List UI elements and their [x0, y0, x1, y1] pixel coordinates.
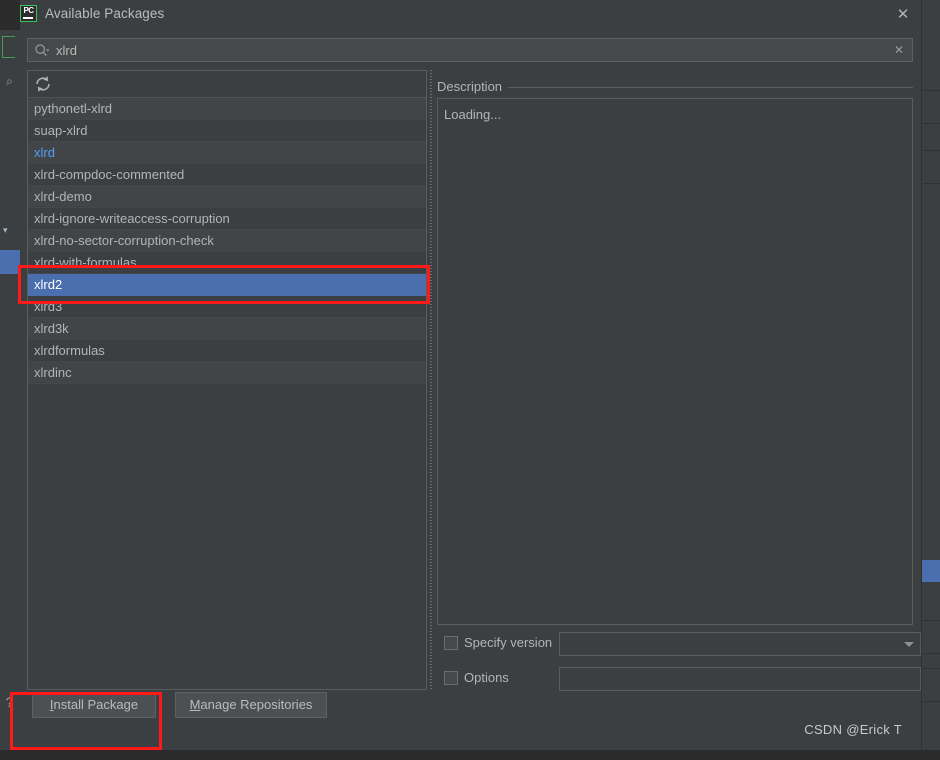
- dialog-main-area: pythonetl-xlrd suap-xlrd xlrd xlrd-compdoc-…: [27, 70, 921, 691]
- refresh-icon[interactable]: [32, 74, 54, 94]
- specify-version-checkbox[interactable]: [444, 636, 458, 650]
- package-list-item[interactable]: xlrd3k: [28, 318, 426, 340]
- description-header-rule: [437, 87, 913, 88]
- description-body: Loading...: [437, 98, 913, 625]
- pycharm-icon: PC: [20, 5, 37, 22]
- search-row: ✕: [27, 38, 913, 62]
- specify-version-row: Specify version: [437, 632, 921, 656]
- manage-repositories-mnemonic: M: [189, 697, 201, 712]
- package-list-item[interactable]: xlrd-demo: [28, 186, 426, 208]
- manage-repositories-label: anage Repositories: [200, 697, 313, 712]
- package-list-item[interactable]: xlrd-with-formulas: [28, 252, 426, 274]
- package-list-item[interactable]: suap-xlrd: [28, 120, 426, 142]
- description-panel: Description Loading... Specify version O…: [437, 70, 921, 691]
- ide-background-collapse-arrow: ▾: [3, 225, 8, 235]
- dialog-title: Available Packages: [45, 6, 165, 21]
- specify-version-combobox[interactable]: [559, 632, 921, 656]
- ide-background-search-icon: ⌕: [6, 74, 13, 88]
- package-list-panel: pythonetl-xlrd suap-xlrd xlrd xlrd-compdoc-…: [27, 70, 427, 690]
- package-list-item[interactable]: xlrd-compdoc-commented: [28, 164, 426, 186]
- options-row: Options: [437, 667, 921, 691]
- chevron-down-icon[interactable]: [904, 642, 914, 647]
- package-list-empty-space: [28, 384, 426, 644]
- search-icon: [35, 44, 50, 56]
- package-list-item[interactable]: pythonetl-xlrd: [28, 98, 426, 120]
- ide-background-right-cell: [922, 620, 940, 654]
- description-loading-text: Loading...: [444, 107, 502, 122]
- search-box[interactable]: ✕: [27, 38, 913, 62]
- ide-status-bar: [0, 750, 940, 760]
- package-list[interactable]: pythonetl-xlrd suap-xlrd xlrd xlrd-compdoc-…: [28, 98, 426, 689]
- ide-right-toolwindow-strip: [921, 0, 940, 760]
- dialog-titlebar: PC Available Packages ✕: [20, 0, 920, 30]
- options-label: Options: [464, 670, 509, 685]
- package-list-toolbar: [28, 71, 426, 98]
- options-textfield[interactable]: [559, 667, 921, 691]
- ide-left-toolwindow-strip: ⌕ ▾ ?: [0, 0, 21, 760]
- watermark: CSDN @Erick T: [804, 722, 902, 737]
- package-list-item[interactable]: xlrd: [28, 142, 426, 164]
- package-list-item[interactable]: xlrdinc: [28, 362, 426, 384]
- ide-background-right-selected: [922, 560, 940, 582]
- ide-background-right-cell: [922, 150, 940, 184]
- panel-splitter[interactable]: [428, 70, 435, 690]
- specify-version-value[interactable]: [565, 636, 885, 652]
- specify-version-label: Specify version: [464, 635, 553, 650]
- dialog-button-bar: Install Package Manage Repositories: [20, 692, 920, 722]
- ide-background-selected-row: [0, 250, 20, 274]
- description-header: Description: [437, 79, 913, 95]
- package-list-item[interactable]: xlrd-no-sector-corruption-check: [28, 230, 426, 252]
- ide-background-right-cell: [922, 668, 940, 702]
- install-package-button[interactable]: Install Package: [32, 692, 156, 718]
- options-value[interactable]: [565, 671, 915, 687]
- package-list-item[interactable]: xlrd-ignore-writeaccess-corruption: [28, 208, 426, 230]
- manage-repositories-button[interactable]: Manage Repositories: [175, 692, 327, 718]
- ide-background-green-marker: [2, 36, 15, 58]
- package-list-item[interactable]: xlrd3: [28, 296, 426, 318]
- splitter-grip: [430, 70, 432, 690]
- help-icon[interactable]: ?: [2, 692, 17, 712]
- ide-background-right-cell: [922, 90, 940, 124]
- package-list-item[interactable]: xlrdformulas: [28, 340, 426, 362]
- install-package-label: nstall Package: [53, 697, 139, 712]
- ide-left-strip-header: [0, 0, 20, 30]
- search-input[interactable]: [56, 42, 876, 59]
- description-header-label: Description: [437, 79, 509, 94]
- available-packages-dialog: PC Available Packages ✕ ✕: [20, 0, 921, 750]
- close-icon[interactable]: ✕: [893, 5, 913, 25]
- options-checkbox[interactable]: [444, 671, 458, 685]
- package-list-item[interactable]: xlrd2: [28, 274, 426, 296]
- clear-icon[interactable]: ✕: [892, 42, 906, 58]
